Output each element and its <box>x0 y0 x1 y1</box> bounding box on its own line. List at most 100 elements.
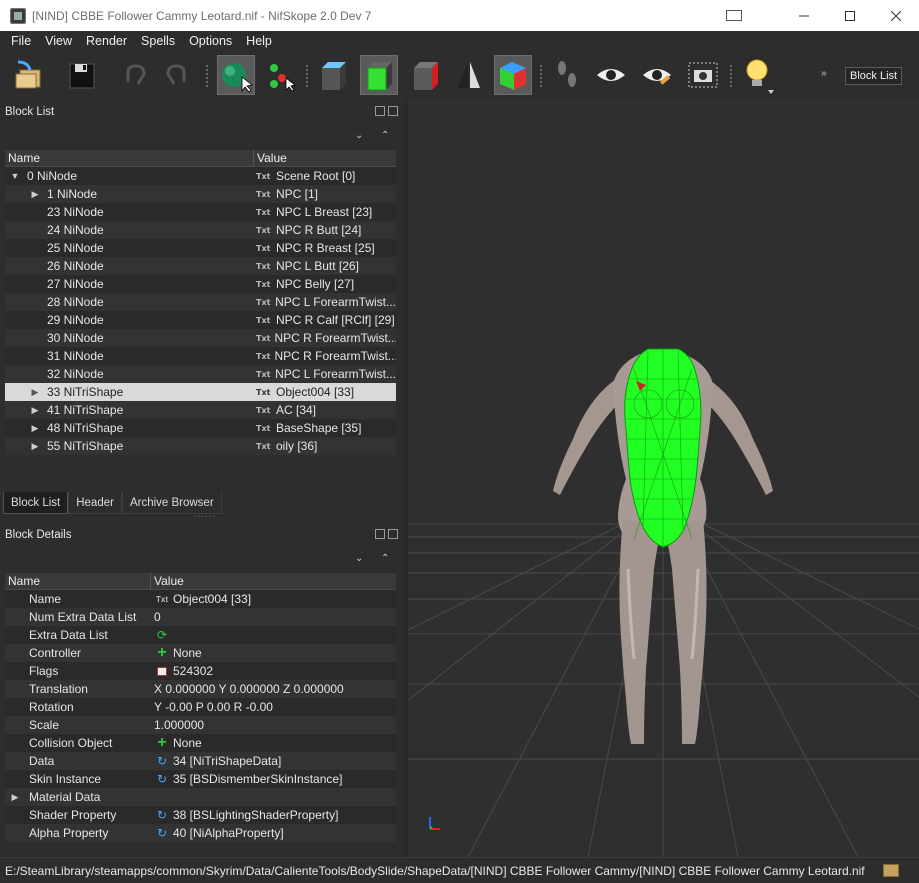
view-flip-button[interactable] <box>450 55 488 95</box>
detail-value-cell[interactable]: + None <box>151 736 396 750</box>
details-collapse-all-icon[interactable]: ⌃ <box>381 553 391 565</box>
detail-value-cell[interactable]: Y -0.00 P 0.00 R -0.00 <box>151 700 396 714</box>
detail-row[interactable]: Collision Object + None <box>5 734 396 752</box>
column-header-value[interactable]: Value <box>254 150 287 166</box>
toolbar-overflow-button[interactable]: » <box>821 68 827 79</box>
screenshot-button[interactable] <box>684 55 722 95</box>
block-list-row[interactable]: 28 NiNode Txt NPC L ForearmTwist... <box>5 293 396 311</box>
select-mode-button[interactable] <box>217 55 255 95</box>
maximize-button[interactable] <box>827 0 873 31</box>
detail-row[interactable]: Controller + None <box>5 644 396 662</box>
detail-value-cell[interactable]: Txt Object004 [33] <box>151 592 396 606</box>
detail-name-text: Shader Property <box>29 808 117 822</box>
dock-splitter-grip[interactable]: ······ <box>194 512 216 521</box>
show-button[interactable] <box>592 55 630 95</box>
details-column-header-value[interactable]: Value <box>151 573 184 589</box>
detail-value-cell[interactable]: + None <box>151 646 396 660</box>
detail-row[interactable]: Flags 524302 <box>5 662 396 680</box>
block-list-row[interactable]: 30 NiNode Txt NPC R ForearmTwist... <box>5 329 396 347</box>
block-list-row[interactable]: 31 NiNode Txt NPC R ForearmTwist... <box>5 347 396 365</box>
select-vertex-button[interactable] <box>264 55 302 95</box>
titlebar-extra-icon[interactable] <box>726 10 742 21</box>
tab-archive-browser[interactable]: Archive Browser <box>121 492 222 514</box>
lighting-button[interactable] <box>738 55 776 95</box>
detail-value-cell[interactable]: ↻ 38 [BSLightingShaderProperty] <box>151 808 396 822</box>
block-list-row[interactable]: ▶ 48 NiTriShape Txt BaseShape [35] <box>5 419 396 437</box>
block-list-row[interactable]: ▼ 0 NiNode Txt Scene Root [0] <box>5 167 396 185</box>
block-name-cell: 31 NiNode <box>5 349 254 363</box>
block-details-close-button[interactable] <box>388 529 398 539</box>
detail-row[interactable]: ▶ Material Data <box>5 788 396 806</box>
view-front-button[interactable] <box>360 55 398 95</box>
load-button[interactable] <box>8 55 46 95</box>
expand-all-icon[interactable]: ⌄ <box>355 130 365 142</box>
block-list-row[interactable]: ▶ 41 NiTriShape Txt AC [34] <box>5 401 396 419</box>
block-list-row[interactable]: 27 NiNode Txt NPC Belly [27] <box>5 275 396 293</box>
detail-row[interactable]: Rotation Y -0.00 P 0.00 R -0.00 <box>5 698 396 716</box>
collapsed-arrow-icon[interactable]: ▶ <box>29 189 41 200</box>
tab-header[interactable]: Header <box>68 492 122 514</box>
block-list-row[interactable]: 23 NiNode Txt NPC L Breast [23] <box>5 203 396 221</box>
block-list-row[interactable]: 25 NiNode Txt NPC R Breast [25] <box>5 239 396 257</box>
view-top-button[interactable] <box>314 55 352 95</box>
detail-value-cell[interactable]: ↻ 40 [NiAlphaProperty] <box>151 826 396 840</box>
block-list-row[interactable]: 32 NiNode Txt NPC L ForearmTwist... <box>5 365 396 383</box>
menu-render[interactable]: Render <box>79 34 134 48</box>
viewport-canvas[interactable] <box>408 99 919 857</box>
view-user-button[interactable] <box>494 55 532 95</box>
column-header-name[interactable]: Name <box>5 150 254 166</box>
collapsed-arrow-icon[interactable]: ▶ <box>29 441 41 452</box>
detail-value-text: 40 [NiAlphaProperty] <box>173 826 284 840</box>
collapse-all-icon[interactable]: ⌃ <box>381 130 391 142</box>
close-button[interactable] <box>873 0 919 31</box>
block-list-close-button[interactable] <box>388 106 398 116</box>
detail-value-cell[interactable]: 524302 <box>151 664 396 678</box>
block-list-row[interactable]: 29 NiNode Txt NPC R Calf [RClf] [29] <box>5 311 396 329</box>
block-list-row[interactable]: ▶ 1 NiNode Txt NPC [1] <box>5 185 396 203</box>
block-list-row[interactable]: ▶ 33 NiTriShape Txt Object004 [33] <box>5 383 396 401</box>
collapsed-arrow-icon[interactable]: ▶ <box>29 405 41 416</box>
detail-name-text: Rotation <box>29 700 74 714</box>
walk-mode-button[interactable] <box>548 55 586 95</box>
view-side-button[interactable] <box>406 55 444 95</box>
detail-row[interactable]: Shader Property ↻ 38 [BSLightingShaderProp… <box>5 806 396 824</box>
detail-value-cell[interactable]: 0 <box>151 610 396 624</box>
expanded-arrow-icon[interactable]: ▼ <box>9 171 21 181</box>
block-list-float-button[interactable] <box>375 106 385 116</box>
menu-help[interactable]: Help <box>239 34 279 48</box>
redo-button[interactable] <box>158 55 196 95</box>
block-list-row[interactable]: 26 NiNode Txt NPC L Butt [26] <box>5 257 396 275</box>
menu-spells[interactable]: Spells <box>134 34 182 48</box>
detail-value-cell[interactable]: 1.000000 <box>151 718 396 732</box>
show-hidden-button[interactable] <box>638 55 676 95</box>
menu-file[interactable]: File <box>4 34 38 48</box>
detail-row[interactable]: Scale 1.000000 <box>5 716 396 734</box>
undo-button[interactable] <box>116 55 154 95</box>
detail-row[interactable]: Extra Data List ⟳ <box>5 626 396 644</box>
detail-value-cell[interactable]: ↻ 34 [NiTriShapeData] <box>151 754 396 768</box>
collapsed-arrow-icon[interactable]: ▶ <box>29 423 41 434</box>
detail-row[interactable]: Num Extra Data List 0 <box>5 608 396 626</box>
collapsed-arrow-icon[interactable]: ▶ <box>29 387 41 398</box>
detail-row[interactable]: Translation X 0.000000 Y 0.000000 Z 0.000… <box>5 680 396 698</box>
save-button[interactable] <box>64 55 102 95</box>
tab-block-list[interactable]: Block List <box>3 492 69 514</box>
block-list-row[interactable]: 24 NiNode Txt NPC R Butt [24] <box>5 221 396 239</box>
detail-row[interactable]: Alpha Property ↻ 40 [NiAlphaProperty] <box>5 824 396 842</box>
collapsed-arrow-icon[interactable]: ▶ <box>9 792 21 803</box>
block-details-float-button[interactable] <box>375 529 385 539</box>
details-column-header-name[interactable]: Name <box>5 573 151 589</box>
minimize-button[interactable] <box>781 0 827 31</box>
menu-view[interactable]: View <box>38 34 79 48</box>
toolbar-block-list-button[interactable]: Block List <box>845 67 903 85</box>
detail-row[interactable]: Data ↻ 34 [NiTriShapeData] <box>5 752 396 770</box>
details-expand-all-icon[interactable]: ⌄ <box>355 553 365 565</box>
menu-options[interactable]: Options <box>182 34 239 48</box>
render-viewport[interactable] <box>408 99 919 857</box>
detail-row[interactable]: Skin Instance ↻ 35 [BSDismemberSkinInstanc… <box>5 770 396 788</box>
detail-value-cell[interactable]: ↻ 35 [BSDismemberSkinInstance] <box>151 772 396 786</box>
detail-row[interactable]: Name Txt Object004 [33] <box>5 590 396 608</box>
detail-value-cell[interactable]: ⟳ <box>151 628 396 642</box>
detail-value-cell[interactable]: X 0.000000 Y 0.000000 Z 0.000000 <box>151 682 396 696</box>
block-list-row[interactable]: ▶ 55 NiTriShape Txt oily [36] <box>5 437 396 455</box>
